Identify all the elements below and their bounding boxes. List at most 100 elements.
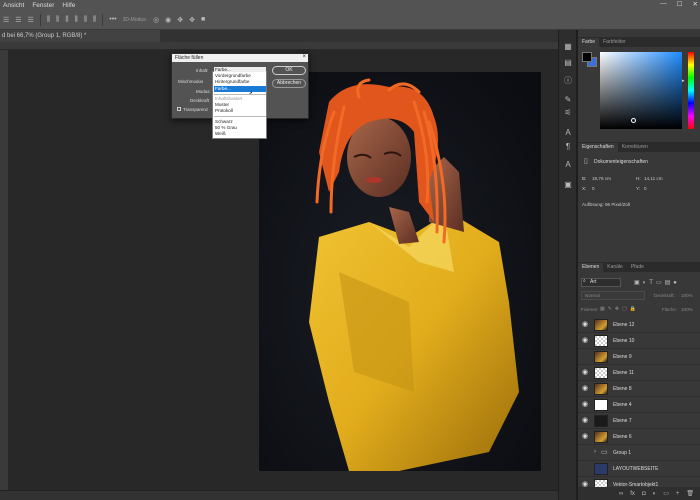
- distribute-vertical-icon[interactable]: ⫼: [93, 16, 96, 24]
- swatches-icon[interactable]: ▤: [562, 58, 574, 68]
- sliders-icon[interactable]: ⚟: [562, 108, 574, 118]
- chevron-right-icon[interactable]: ›: [594, 449, 596, 455]
- visibility-eye-icon[interactable]: [582, 465, 590, 473]
- blend-mode-select[interactable]: Normal: [581, 291, 645, 300]
- info-icon[interactable]: ⓘ: [562, 76, 574, 86]
- 3d-pan-icon[interactable]: ✥: [177, 16, 183, 24]
- visibility-eye-icon[interactable]: ◉: [582, 401, 590, 409]
- distribute-horizontal-icon[interactable]: ⫼: [84, 16, 87, 24]
- layer-thumbnail[interactable]: [594, 367, 608, 379]
- 3d-slide-icon[interactable]: ✥: [189, 16, 195, 24]
- visibility-eye-icon[interactable]: ◉: [582, 369, 590, 377]
- opacity-value[interactable]: 100%: [681, 293, 693, 298]
- visibility-eye-icon[interactable]: ◉: [582, 321, 590, 329]
- layer-row[interactable]: LAYOUTWEBSEITE: [578, 461, 700, 477]
- layer-row[interactable]: Ebene 9: [578, 349, 700, 365]
- height-value[interactable]: 14,11 cm: [644, 176, 663, 181]
- layer-row[interactable]: › ▭ Group 1: [578, 445, 700, 461]
- paragraph-icon[interactable]: ¶: [562, 142, 574, 152]
- layer-row[interactable]: ◉ Ebene 8: [578, 381, 700, 397]
- 3d-roll-icon[interactable]: ◉: [165, 16, 171, 24]
- tab-channels[interactable]: Kanäle: [603, 263, 627, 272]
- character-icon[interactable]: A: [562, 128, 574, 138]
- visibility-eye-icon[interactable]: ◉: [582, 433, 590, 441]
- foreground-color-swatch[interactable]: [582, 52, 592, 62]
- dropdown-item-background[interactable]: Hintergrundfarbe: [214, 79, 266, 85]
- color-picker-cursor[interactable]: [631, 118, 636, 123]
- fill-value[interactable]: 100%: [681, 307, 693, 312]
- hue-slider-handle[interactable]: ▸: [682, 78, 685, 84]
- cancel-button[interactable]: Abbrechen: [272, 79, 306, 88]
- dropdown-item-white[interactable]: Weiß: [214, 131, 266, 137]
- width-value[interactable]: 19,76 cm: [592, 176, 611, 181]
- visibility-eye-icon[interactable]: [582, 353, 590, 361]
- layer-row[interactable]: ◉ Ebene 6: [578, 429, 700, 445]
- content-select-value[interactable]: Farbe...: [214, 67, 266, 72]
- layer-row[interactable]: ◉ Ebene 4: [578, 397, 700, 413]
- tab-adjustments[interactable]: Korrekturen: [618, 143, 652, 152]
- document-image[interactable]: [259, 72, 541, 471]
- tab-swatches[interactable]: Farbfelder: [599, 38, 630, 47]
- tab-properties[interactable]: Eigenschaften: [578, 143, 618, 152]
- folder-icon[interactable]: ▭: [663, 490, 669, 497]
- align-left-icon[interactable]: ☰: [3, 16, 9, 24]
- distribute-icon[interactable]: ⫼: [75, 16, 78, 24]
- tab-layers[interactable]: Ebenen: [578, 263, 604, 272]
- document-tab[interactable]: d bei 66,7% (Group 1, RGB/8) *: [0, 30, 160, 42]
- layer-thumbnail[interactable]: [594, 335, 608, 347]
- layer-filter-icons[interactable]: ▣◐T▭▤●: [634, 279, 680, 286]
- hue-slider[interactable]: [688, 52, 694, 129]
- visibility-eye-icon[interactable]: ◉: [582, 337, 590, 345]
- tab-color[interactable]: Farbe: [578, 38, 600, 47]
- tab-paths[interactable]: Pfade: [627, 263, 648, 272]
- menu-item-fenster[interactable]: Fenster: [32, 2, 54, 9]
- visibility-eye-icon[interactable]: ◉: [582, 417, 590, 425]
- align-center-icon[interactable]: ☰: [15, 16, 21, 24]
- menu-item-ansicht[interactable]: Ansicht: [3, 2, 24, 9]
- layer-thumbnail[interactable]: [594, 463, 608, 475]
- glyphs-icon[interactable]: A: [562, 160, 574, 170]
- layer-thumbnail[interactable]: [594, 431, 608, 443]
- dropdown-item-color[interactable]: Farbe...: [214, 86, 266, 92]
- layer-row[interactable]: ◉ Ebene 11: [578, 365, 700, 381]
- link-icon[interactable]: ∞: [619, 491, 623, 497]
- close-icon[interactable]: ×: [302, 54, 306, 60]
- visibility-eye-icon[interactable]: [582, 449, 590, 457]
- 3d-scale-icon[interactable]: ■: [201, 16, 205, 23]
- align-right-icon[interactable]: ☰: [28, 16, 34, 24]
- fx-icon[interactable]: fx: [630, 491, 635, 497]
- maximize-button[interactable]: ☐: [677, 0, 683, 8]
- lock-icons[interactable]: ▦✎✥▢🔒: [600, 306, 639, 312]
- align-middle-icon[interactable]: ⫼: [56, 16, 59, 24]
- close-window-button[interactable]: ✕: [693, 0, 698, 8]
- mask-icon[interactable]: ◘: [642, 491, 646, 497]
- color-picker-field[interactable]: [600, 52, 682, 129]
- properties-icon[interactable]: ▣: [562, 180, 574, 190]
- transparency-checkbox[interactable]: [177, 107, 181, 111]
- layer-thumbnail[interactable]: [594, 319, 608, 331]
- layer-thumbnail[interactable]: [594, 351, 608, 363]
- x-value[interactable]: 0: [592, 186, 595, 191]
- layer-filter-select[interactable]: Art: [581, 278, 621, 287]
- menu-item-hilfe[interactable]: Hilfe: [62, 2, 75, 9]
- layer-row[interactable]: ◉ Ebene 7: [578, 413, 700, 429]
- y-value[interactable]: 0: [644, 186, 647, 191]
- layer-thumbnail[interactable]: [594, 399, 608, 411]
- dropdown-item-history[interactable]: Protokoll: [214, 108, 266, 114]
- visibility-eye-icon[interactable]: ◉: [582, 385, 590, 393]
- more-options-icon[interactable]: •••: [109, 16, 116, 23]
- color-panel-icon[interactable]: ▦: [562, 42, 574, 52]
- layer-thumbnail[interactable]: [594, 383, 608, 395]
- adjustment-icon[interactable]: ◐: [653, 491, 657, 497]
- layer-row[interactable]: ◉ Ebene 10: [578, 333, 700, 349]
- 3d-rotate-icon[interactable]: ◎: [153, 16, 159, 24]
- layer-thumbnail[interactable]: [594, 415, 608, 427]
- layer-row[interactable]: ◉ Ebene 12: [578, 317, 700, 333]
- align-bottom-icon[interactable]: ⫼: [65, 16, 68, 24]
- brush-icon[interactable]: ✎: [562, 95, 574, 105]
- minimize-button[interactable]: —: [660, 0, 667, 8]
- ok-button[interactable]: OK: [272, 66, 306, 75]
- trash-icon[interactable]: 🗑: [686, 490, 694, 497]
- new-layer-icon[interactable]: +: [676, 491, 680, 497]
- align-top-icon[interactable]: ⫼: [47, 16, 50, 24]
